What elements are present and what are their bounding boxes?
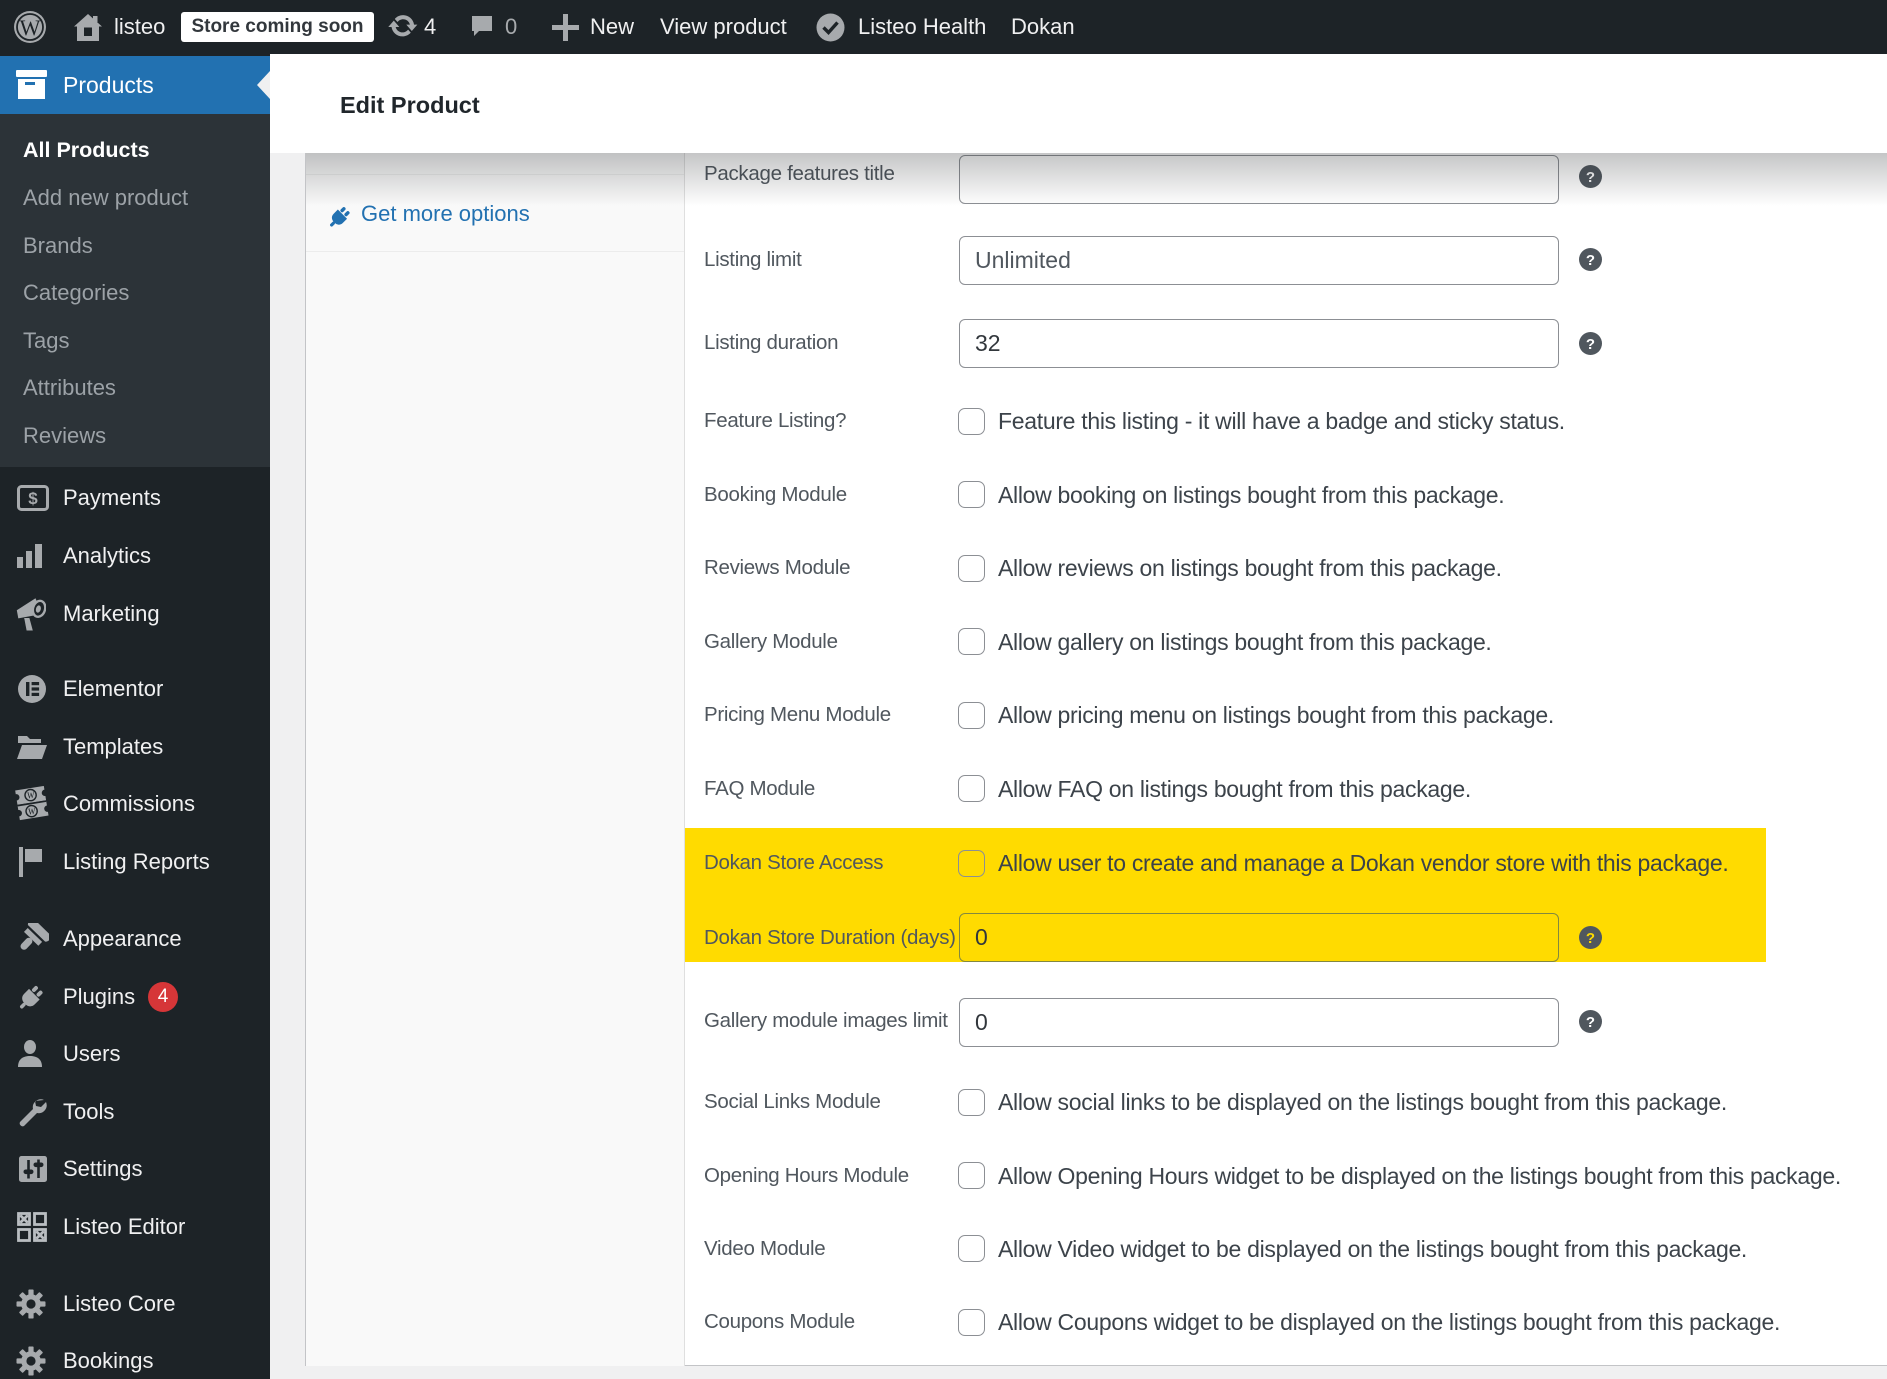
svg-text:?: ?	[1586, 930, 1595, 947]
svg-text:?: ?	[1586, 169, 1595, 186]
svg-text:W: W	[20, 15, 41, 40]
svg-text:?: ?	[1586, 336, 1595, 353]
svg-text:$: $	[28, 489, 38, 508]
svg-text:?: ?	[1586, 252, 1595, 269]
svg-text:?: ?	[1586, 1014, 1595, 1031]
